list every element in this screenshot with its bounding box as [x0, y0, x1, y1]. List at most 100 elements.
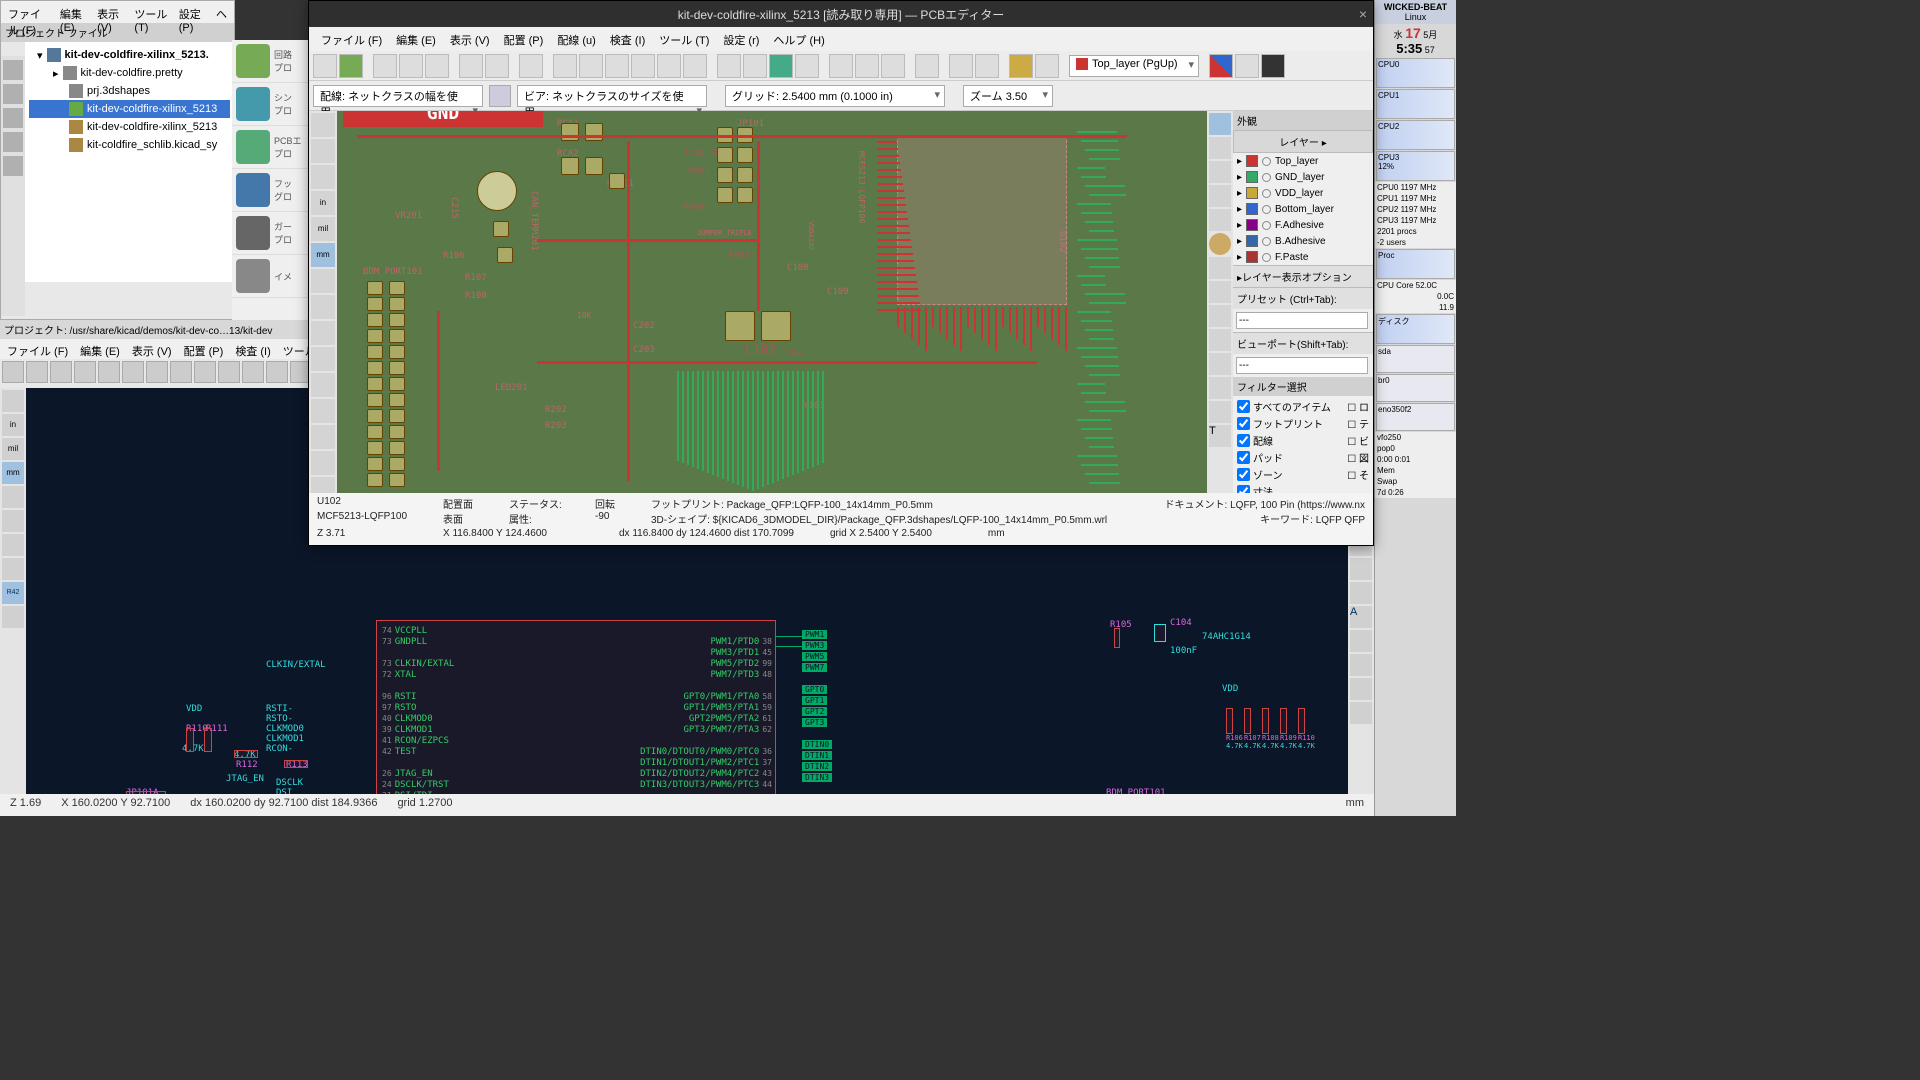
print-icon[interactable] [399, 54, 423, 78]
ratsnest-icon[interactable] [311, 295, 335, 319]
contrast-icon[interactable] [1209, 54, 1233, 78]
board-icon[interactable] [975, 54, 999, 78]
tool-icon[interactable] [242, 361, 264, 383]
undo-icon[interactable] [459, 54, 483, 78]
track-width-combo[interactable]: 配線: ネットクラスの幅を使用 [313, 85, 483, 107]
unit-mil[interactable]: mil [311, 217, 335, 241]
layer-row[interactable]: ▸B.Adhesive [1233, 233, 1373, 249]
ratsnest-icon[interactable] [1235, 54, 1259, 78]
net-highlight-icon[interactable] [1209, 137, 1231, 159]
layer-row[interactable]: ▸F.Paste [1233, 249, 1373, 265]
pcb-main-toolbar[interactable]: Top_layer (PgUp) [309, 51, 1373, 81]
zoom-combo[interactable]: ズーム 3.50 [963, 85, 1053, 107]
tree-item[interactable]: kit-coldfire_schlib.kicad_sy [29, 136, 230, 154]
fp-icon[interactable] [829, 54, 853, 78]
unit-mm[interactable]: mm [311, 243, 335, 267]
pad-icon[interactable] [311, 399, 335, 423]
pm-menubar[interactable]: ファイル (F) 編集 (E) 表示 (V) ツール (T) 設定 (P) ヘ [1, 1, 234, 23]
launcher-footprint[interactable]: フッグロ [232, 169, 308, 212]
board-setup-icon[interactable] [339, 54, 363, 78]
tree-root[interactable]: ▾kit-dev-coldfire-xilinx_5213. [29, 46, 230, 64]
layers-icon[interactable] [949, 54, 973, 78]
text-icon[interactable] [1350, 702, 1372, 724]
circle-icon[interactable] [1209, 377, 1231, 399]
tree-item[interactable]: ▸kit-dev-coldfire.pretty [29, 64, 230, 82]
pm-tool-icon[interactable] [3, 156, 23, 176]
footprint-icon[interactable] [1209, 185, 1231, 207]
zoom-sel-icon[interactable] [657, 54, 681, 78]
unit-in[interactable]: in [311, 191, 335, 215]
select-icon[interactable] [1209, 113, 1231, 135]
tree-item[interactable]: prj.3dshapes [29, 82, 230, 100]
unit-mm[interactable]: mm [2, 462, 24, 484]
appearance-panel[interactable]: 外観 レイヤー ▸ ▸Top_layer▸GND_layer▸VDD_layer… [1233, 111, 1373, 493]
layer-row[interactable]: ▸F.Adhesive [1233, 217, 1373, 233]
zone-icon[interactable] [1209, 257, 1231, 279]
tool-icon[interactable] [2, 606, 24, 628]
tool-icon[interactable] [122, 361, 144, 383]
keepout-icon[interactable] [1209, 281, 1231, 303]
zoom-fit-icon[interactable] [631, 54, 655, 78]
filter-checkbox[interactable]: すべてのアイテム ☐ ロ [1237, 398, 1369, 415]
grid-icon[interactable] [311, 113, 335, 137]
save-icon[interactable] [313, 54, 337, 78]
tool-icon[interactable] [194, 361, 216, 383]
via-combo[interactable]: ビア: ネットクラスのサイズを使用 [517, 85, 707, 107]
close-icon[interactable]: × [1359, 6, 1367, 22]
flip-icon[interactable] [795, 54, 819, 78]
zoom-out-icon[interactable] [605, 54, 629, 78]
layers-tab[interactable]: レイヤー ▸ [1233, 130, 1373, 153]
zone-icon[interactable] [311, 373, 335, 397]
run-icon[interactable] [769, 54, 793, 78]
pm-tool-icon[interactable] [3, 108, 23, 128]
filter-checkbox[interactable]: フットプリント ☐ テ [1237, 415, 1369, 432]
via-icon[interactable] [311, 425, 335, 449]
cursor-icon[interactable] [311, 269, 335, 293]
print-icon[interactable] [74, 361, 96, 383]
tool-icon[interactable] [50, 361, 72, 383]
filter-checkbox[interactable]: 寸法 [1237, 483, 1369, 493]
drc-icon[interactable] [915, 54, 939, 78]
pcb-aux-toolbar[interactable]: 配線: ネットクラスの幅を使用 ビア: ネットクラスのサイズを使用 グリッド: … [309, 81, 1373, 111]
rect-icon[interactable] [1209, 353, 1231, 375]
tool-icon[interactable] [1350, 654, 1372, 676]
filter-icon[interactable] [1009, 54, 1033, 78]
pcb-left-toolbar[interactable]: in mil mm [309, 111, 337, 493]
tree-item-selected[interactable]: kit-dev-coldfire-xilinx_5213 [29, 100, 230, 118]
tree-item[interactable]: kit-dev-coldfire-xilinx_5213 [29, 118, 230, 136]
route-icon[interactable] [1209, 209, 1231, 231]
grid-icon[interactable] [2, 390, 24, 412]
pm-tool-icon[interactable] [3, 132, 23, 152]
tool-icon[interactable] [98, 361, 120, 383]
tool-icon[interactable] [1350, 582, 1372, 604]
refresh-icon[interactable] [553, 54, 577, 78]
filter-checkbox[interactable]: ゾーン ☐ そ [1237, 466, 1369, 483]
unit-in[interactable]: in [2, 414, 24, 436]
layer-row[interactable]: ▸GND_layer [1233, 169, 1373, 185]
undo-icon[interactable] [146, 361, 168, 383]
fp-icon[interactable] [855, 54, 879, 78]
arc-icon[interactable] [1209, 329, 1231, 351]
polar-icon[interactable] [311, 165, 335, 189]
sch-left-toolbar[interactable]: in mil mm R42 [0, 388, 26, 794]
save-icon[interactable] [2, 361, 24, 383]
launcher-symbol[interactable]: シンプロ [232, 83, 308, 126]
layer-row[interactable]: ▸Bottom_layer [1233, 201, 1373, 217]
pm-left-toolbar[interactable] [1, 56, 25, 316]
cursor-icon[interactable] [2, 486, 24, 508]
rotate-ccw-icon[interactable] [717, 54, 741, 78]
tool-icon[interactable] [2, 558, 24, 580]
pm-tool-icon[interactable] [3, 84, 23, 104]
3d-icon[interactable] [1035, 54, 1059, 78]
tool-icon[interactable] [311, 321, 335, 345]
redo-icon[interactable] [170, 361, 192, 383]
ratsnest-icon[interactable] [1209, 161, 1231, 183]
filter-checkbox[interactable]: パッド ☐ 図 [1237, 449, 1369, 466]
filter-checkbox[interactable]: 配線 ☐ ビ [1237, 432, 1369, 449]
search-icon[interactable] [519, 54, 543, 78]
tool-icon[interactable] [1350, 558, 1372, 580]
pcb-right-toolbar[interactable]: T [1207, 111, 1233, 493]
layer-combo[interactable]: Top_layer (PgUp) [1069, 55, 1199, 77]
redo-icon[interactable] [485, 54, 509, 78]
tool-icon[interactable] [2, 510, 24, 532]
